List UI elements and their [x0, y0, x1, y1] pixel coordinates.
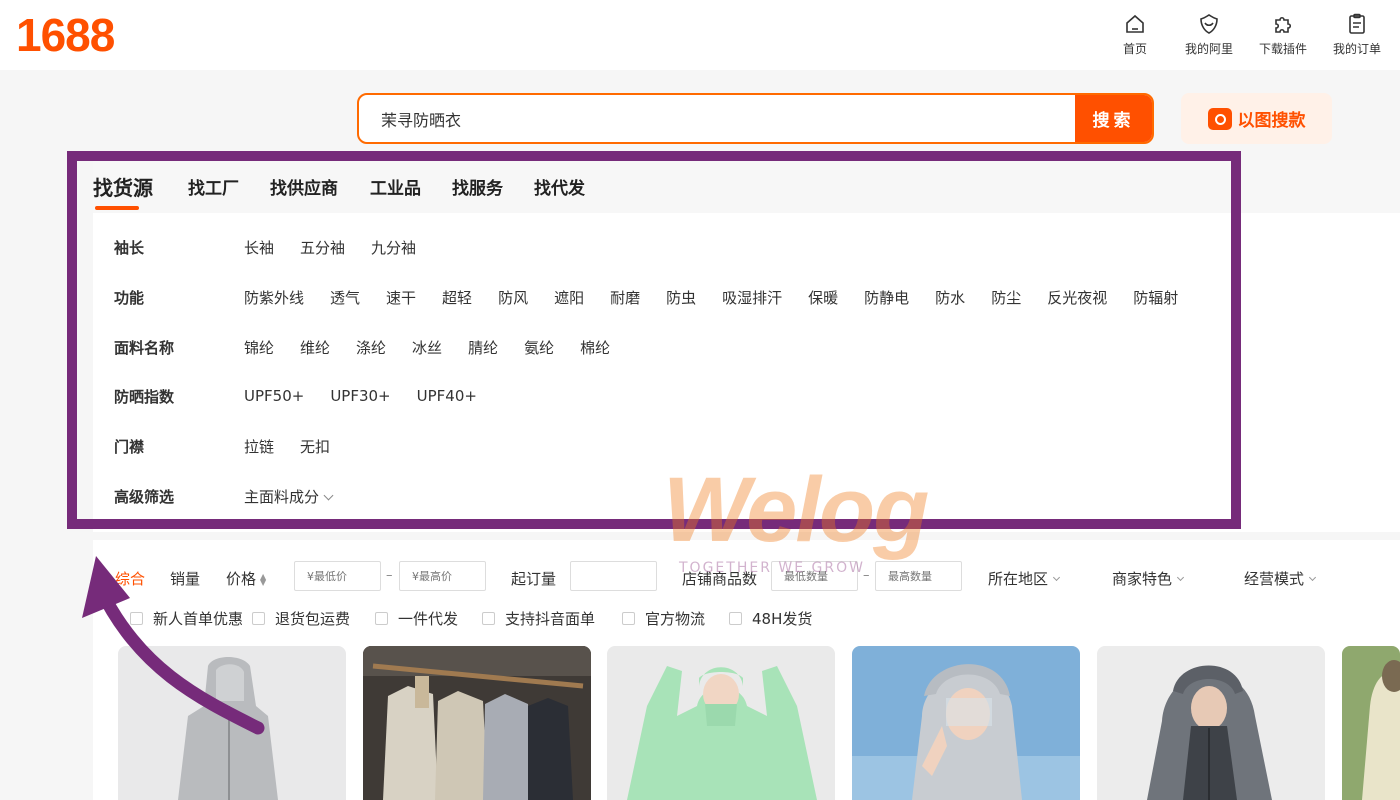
- shield-icon: [1200, 14, 1218, 34]
- highlight-frame: [67, 151, 1241, 529]
- nav-home[interactable]: 首页: [1106, 12, 1164, 57]
- moq-label: 起订量: [511, 570, 557, 588]
- product-image: [1097, 646, 1325, 800]
- sort-sales[interactable]: 销量: [170, 568, 200, 589]
- checkbox-label: 支持抖音面单: [505, 610, 596, 628]
- product-card[interactable]: [852, 646, 1080, 800]
- product-card[interactable]: [118, 646, 346, 800]
- merchant-dropdown[interactable]: 商家特色: [1112, 568, 1185, 589]
- sort-overall[interactable]: 综合: [115, 568, 145, 589]
- range-dash: –: [386, 568, 393, 583]
- nav-my-ali[interactable]: 我的阿里: [1180, 12, 1238, 57]
- top-header: 1688 首页 我的阿里 下载插件 我的订单: [0, 0, 1400, 70]
- checkbox-official-logistics[interactable]: 官方物流: [622, 608, 705, 629]
- nav-home-label: 首页: [1122, 42, 1147, 56]
- checkbox-free-return[interactable]: 退货包运费: [252, 608, 350, 629]
- checkbox-douyin[interactable]: 支持抖音面单: [482, 608, 595, 629]
- checkbox: [482, 612, 495, 625]
- price-min-input[interactable]: [294, 561, 381, 591]
- chevron-down-icon: [1308, 573, 1317, 582]
- checkbox: [729, 612, 742, 625]
- top-nav: 首页 我的阿里 下载插件 我的订单: [1106, 12, 1386, 57]
- product-image: [1342, 646, 1400, 800]
- checkbox-label: 官方物流: [645, 610, 706, 628]
- nav-download-plugin[interactable]: 下载插件: [1254, 12, 1312, 57]
- product-image: [118, 646, 346, 800]
- checkbox: [252, 612, 265, 625]
- search-button[interactable]: 搜索: [1075, 95, 1152, 142]
- puzzle-icon: [1275, 16, 1292, 33]
- product-card[interactable]: [1097, 646, 1325, 800]
- mode-label: 经营模式: [1244, 570, 1305, 588]
- nav-my-ali-label: 我的阿里: [1184, 42, 1233, 56]
- search-input[interactable]: [359, 95, 1077, 142]
- product-card[interactable]: [363, 646, 591, 800]
- region-dropdown[interactable]: 所在地区: [988, 568, 1061, 589]
- checkbox-label: 一件代发: [398, 610, 459, 628]
- price-max-input[interactable]: [399, 561, 486, 591]
- max-qty-input[interactable]: [875, 561, 962, 591]
- chevron-down-icon: [1176, 573, 1185, 582]
- product-image: [607, 646, 835, 800]
- chevron-down-icon: [1052, 573, 1061, 582]
- product-card[interactable]: [607, 646, 835, 800]
- sort-price-label: 价格: [226, 570, 257, 588]
- region-label: 所在地区: [988, 570, 1049, 588]
- checkbox: [375, 612, 388, 625]
- checkbox-new-user[interactable]: 新人首单优惠: [130, 608, 243, 629]
- image-search-button[interactable]: 以图搜款: [1181, 93, 1332, 144]
- mode-dropdown[interactable]: 经营模式: [1244, 568, 1317, 589]
- range-dash: –: [863, 568, 870, 583]
- store-count-label: 店铺商品数: [682, 570, 758, 588]
- image-search-label: 以图搜款: [1237, 111, 1306, 131]
- nav-my-orders[interactable]: 我的订单: [1328, 12, 1386, 57]
- clipboard-icon: [1349, 13, 1365, 34]
- product-card[interactable]: [1342, 646, 1400, 800]
- search-bar: 搜索: [357, 93, 1154, 144]
- sort-price[interactable]: 价格 ▲ ▼: [226, 568, 266, 589]
- checkbox-dropship[interactable]: 一件代发: [375, 608, 458, 629]
- moq-input[interactable]: [570, 561, 657, 591]
- min-qty-input[interactable]: [771, 561, 858, 591]
- sort-arrows-icon: ▲ ▼: [260, 571, 267, 587]
- nav-download-plugin-label: 下载插件: [1258, 42, 1307, 56]
- checkbox: [130, 612, 143, 625]
- home-icon: [1126, 14, 1144, 33]
- checkbox: [622, 612, 635, 625]
- logo-1688[interactable]: 1688: [16, 8, 115, 62]
- nav-my-orders-label: 我的订单: [1332, 42, 1381, 56]
- merchant-label: 商家特色: [1112, 570, 1173, 588]
- product-image: [363, 646, 591, 800]
- checkbox-label: 退货包运费: [275, 610, 351, 628]
- product-image: [852, 646, 1080, 800]
- checkbox-48h[interactable]: 48H发货: [729, 608, 812, 629]
- camera-icon: [1207, 107, 1232, 130]
- checkbox-label: 48H发货: [752, 610, 813, 628]
- checkbox-label: 新人首单优惠: [153, 610, 244, 628]
